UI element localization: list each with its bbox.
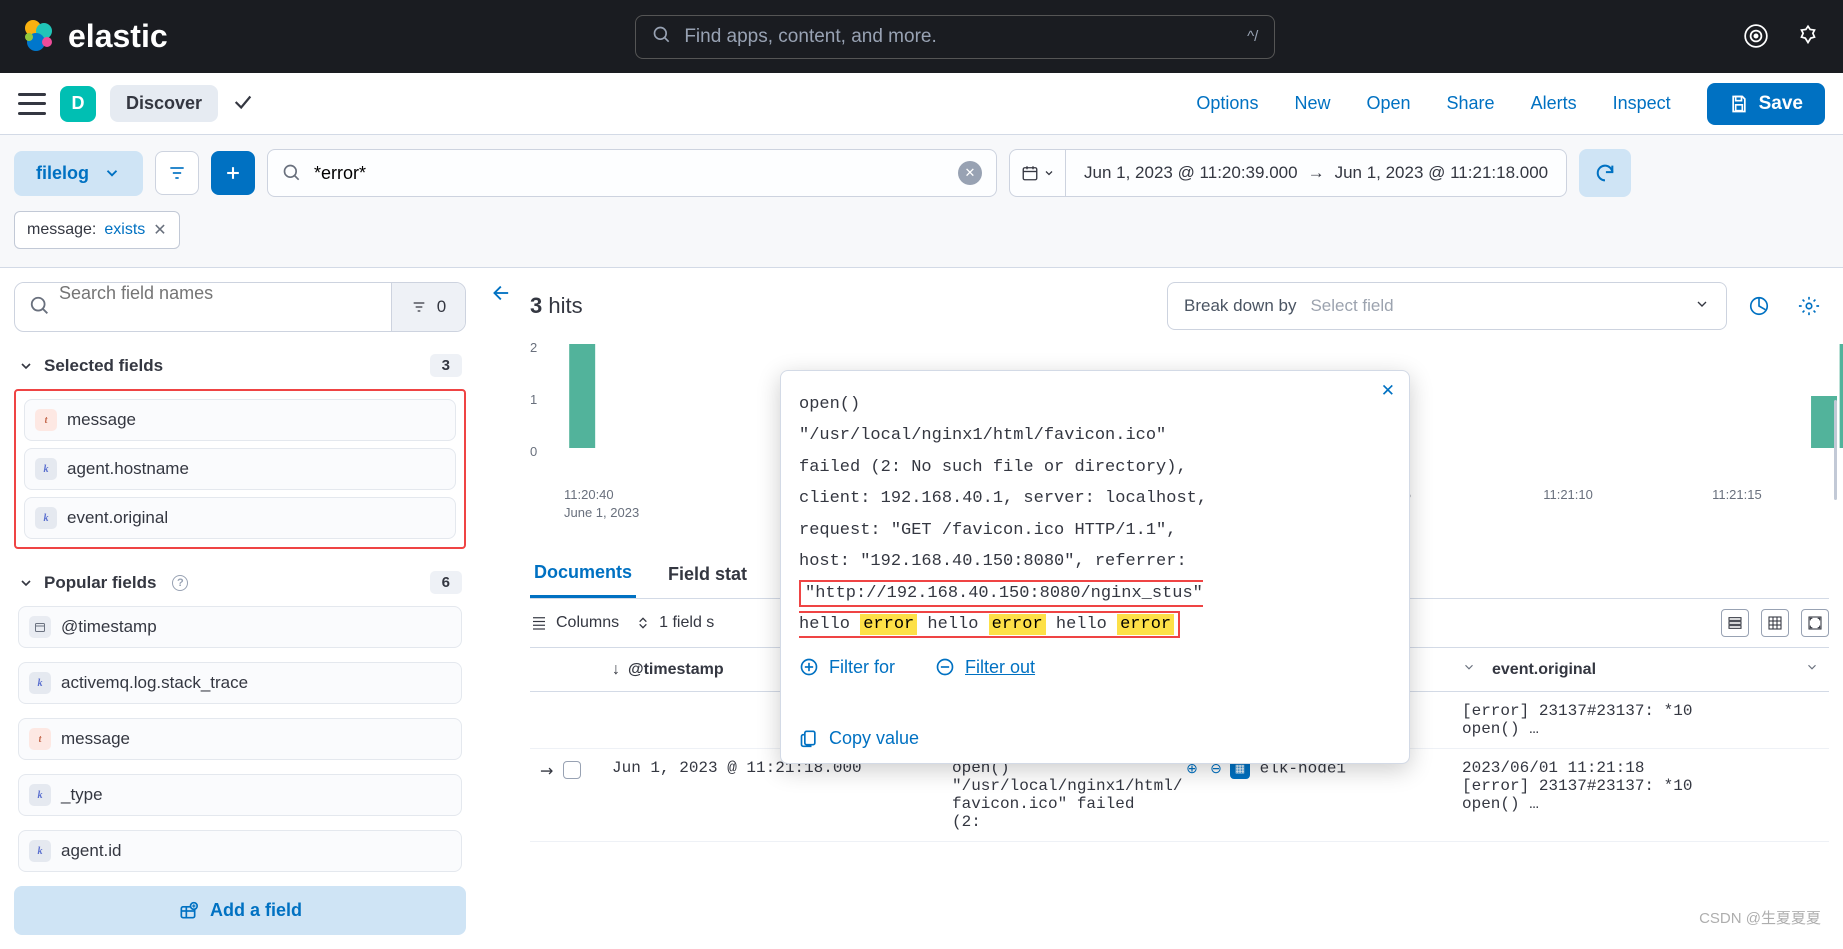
info-icon[interactable]: ? — [172, 575, 188, 591]
breakdown-selector[interactable]: Break down by Select field — [1167, 282, 1727, 330]
th-expand — [530, 648, 602, 691]
field-item-timestamp[interactable]: @timestamp — [18, 606, 462, 648]
columns-button[interactable]: Columns — [530, 614, 619, 632]
filter-funnel-button[interactable] — [155, 151, 199, 195]
selected-fields-box: tmessage kagent.hostname kevent.original — [14, 389, 466, 549]
field-search-input[interactable] — [15, 283, 305, 304]
open-link[interactable]: Open — [1366, 93, 1410, 114]
field-item-type[interactable]: k_type — [18, 774, 462, 816]
date-range-picker[interactable]: Jun 1, 2023 @ 11:20:39.000 → Jun 1, 2023… — [1009, 149, 1567, 197]
fullscreen-icon[interactable] — [1801, 609, 1829, 637]
sort-button[interactable]: 1 field s — [635, 614, 714, 632]
dataview-selector[interactable]: filelog — [14, 151, 143, 196]
options-link[interactable]: Options — [1196, 93, 1258, 114]
hits-count: 3 hits — [530, 293, 583, 319]
filter-pill[interactable]: message: exists ✕ — [14, 211, 180, 249]
query-input[interactable] — [314, 163, 946, 184]
app-badge[interactable]: D — [60, 86, 96, 122]
filter-for-action[interactable]: Filter for — [799, 657, 895, 678]
help-icon[interactable] — [1795, 23, 1823, 51]
selected-fields-header[interactable]: Selected fields 3 — [14, 354, 466, 377]
alerts-link[interactable]: Alerts — [1531, 93, 1577, 114]
field-item-agentid[interactable]: kagent.id — [18, 830, 462, 872]
brand-text: elastic — [68, 18, 168, 55]
remove-filter-icon[interactable]: ✕ — [153, 220, 166, 240]
elastic-logo-icon — [20, 17, 56, 56]
logo[interactable]: elastic — [20, 17, 168, 56]
app-name[interactable]: Discover — [110, 85, 218, 122]
chart-style-button[interactable] — [1739, 286, 1779, 326]
close-popover-icon[interactable]: ✕ — [1381, 381, 1395, 401]
field-search-icon — [29, 295, 51, 320]
density-icon[interactable] — [1721, 609, 1749, 637]
tab-field-stats[interactable]: Field stat — [664, 552, 751, 597]
app-header: D Discover Options New Open Share Alerts… — [0, 73, 1843, 135]
field-item-event-original[interactable]: kevent.original — [24, 497, 456, 539]
popular-fields-header[interactable]: Popular fields ? 6 — [14, 571, 466, 594]
date-from: Jun 1, 2023 @ 11:20:39.000 — [1084, 163, 1298, 183]
share-link[interactable]: Share — [1447, 93, 1495, 114]
add-filter-button[interactable] — [211, 151, 255, 195]
row-checkbox[interactable] — [563, 761, 581, 779]
expand-row-icon[interactable]: ↗ — [535, 759, 559, 783]
query-input-box[interactable]: ✕ — [267, 149, 997, 197]
search-icon — [652, 25, 672, 48]
filter-bar: filelog ✕ Jun 1, 2023 @ 11:20:39.000 → J… — [0, 135, 1843, 268]
global-header: elastic ^/ — [0, 0, 1843, 73]
date-to: Jun 1, 2023 @ 11:21:18.000 — [1335, 163, 1549, 183]
popover-body: open() "/usr/local/nginx1/html/favicon.i… — [799, 389, 1391, 641]
field-item-stacktrace[interactable]: kactivemq.log.stack_trace — [18, 662, 462, 704]
chart-settings-button[interactable] — [1789, 286, 1829, 326]
popular-count: 6 — [430, 571, 462, 594]
field-filter-button[interactable]: 0 — [391, 283, 465, 331]
scrollbar[interactable] — [1834, 400, 1837, 500]
calendar-icon[interactable] — [1010, 150, 1066, 196]
kbd-shortcut: ^/ — [1247, 28, 1258, 45]
newsfeed-icon[interactable] — [1743, 23, 1771, 51]
add-field-button[interactable]: Add a field — [14, 886, 466, 935]
sidebar: 0 Selected fields 3 tmessage kagent.host… — [0, 268, 480, 949]
global-search-input[interactable] — [684, 26, 1235, 48]
field-item-agent-hostname[interactable]: kagent.hostname — [24, 448, 456, 490]
arrow-right-icon: → — [1308, 163, 1325, 183]
new-link[interactable]: New — [1294, 93, 1330, 114]
field-item-message[interactable]: tmessage — [24, 399, 456, 441]
th-event[interactable]: event.original — [1452, 648, 1829, 691]
nav-toggle[interactable] — [18, 93, 46, 115]
selected-count: 3 — [430, 354, 462, 377]
cell-popover: ✕ open() "/usr/local/nginx1/html/favicon… — [780, 370, 1410, 764]
watermark: CSDN @生夏夏夏 — [1699, 907, 1821, 928]
field-item-message2[interactable]: tmessage — [18, 718, 462, 760]
clear-query-icon[interactable]: ✕ — [958, 161, 982, 185]
grid-icon[interactable] — [1761, 609, 1789, 637]
chevron-down-icon[interactable] — [1805, 660, 1819, 679]
refresh-button[interactable] — [1579, 149, 1631, 197]
filter-out-action[interactable]: Filter out — [935, 657, 1035, 678]
global-search[interactable]: ^/ — [635, 15, 1275, 59]
copy-value-action[interactable]: Copy value — [799, 728, 1391, 749]
chevron-down-icon — [1694, 296, 1710, 317]
tab-documents[interactable]: Documents — [530, 550, 636, 598]
save-button[interactable]: Save — [1707, 83, 1825, 125]
inspect-link[interactable]: Inspect — [1613, 93, 1671, 114]
saved-check-icon[interactable] — [232, 91, 254, 116]
